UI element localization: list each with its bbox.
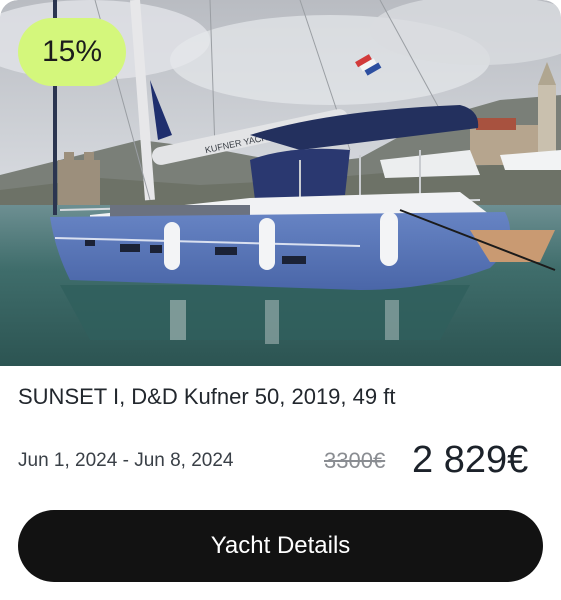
- discount-badge: 15%: [18, 18, 126, 86]
- charter-dates: Jun 1, 2024 - Jun 8, 2024: [18, 450, 234, 471]
- yacht-title: SUNSET I, D&D Kufner 50, 2019, 49 ft: [18, 384, 396, 409]
- yacht-offer-card[interactable]: KUFNER YACHTS 15% SUNSET I, D&D Kufner 5…: [0, 0, 561, 600]
- yacht-photo[interactable]: KUFNER YACHTS 15%: [0, 0, 561, 366]
- original-price: 3300€: [324, 448, 386, 473]
- yacht-details-button[interactable]: Yacht Details: [18, 510, 543, 582]
- discounted-price: 2 829€: [412, 439, 529, 481]
